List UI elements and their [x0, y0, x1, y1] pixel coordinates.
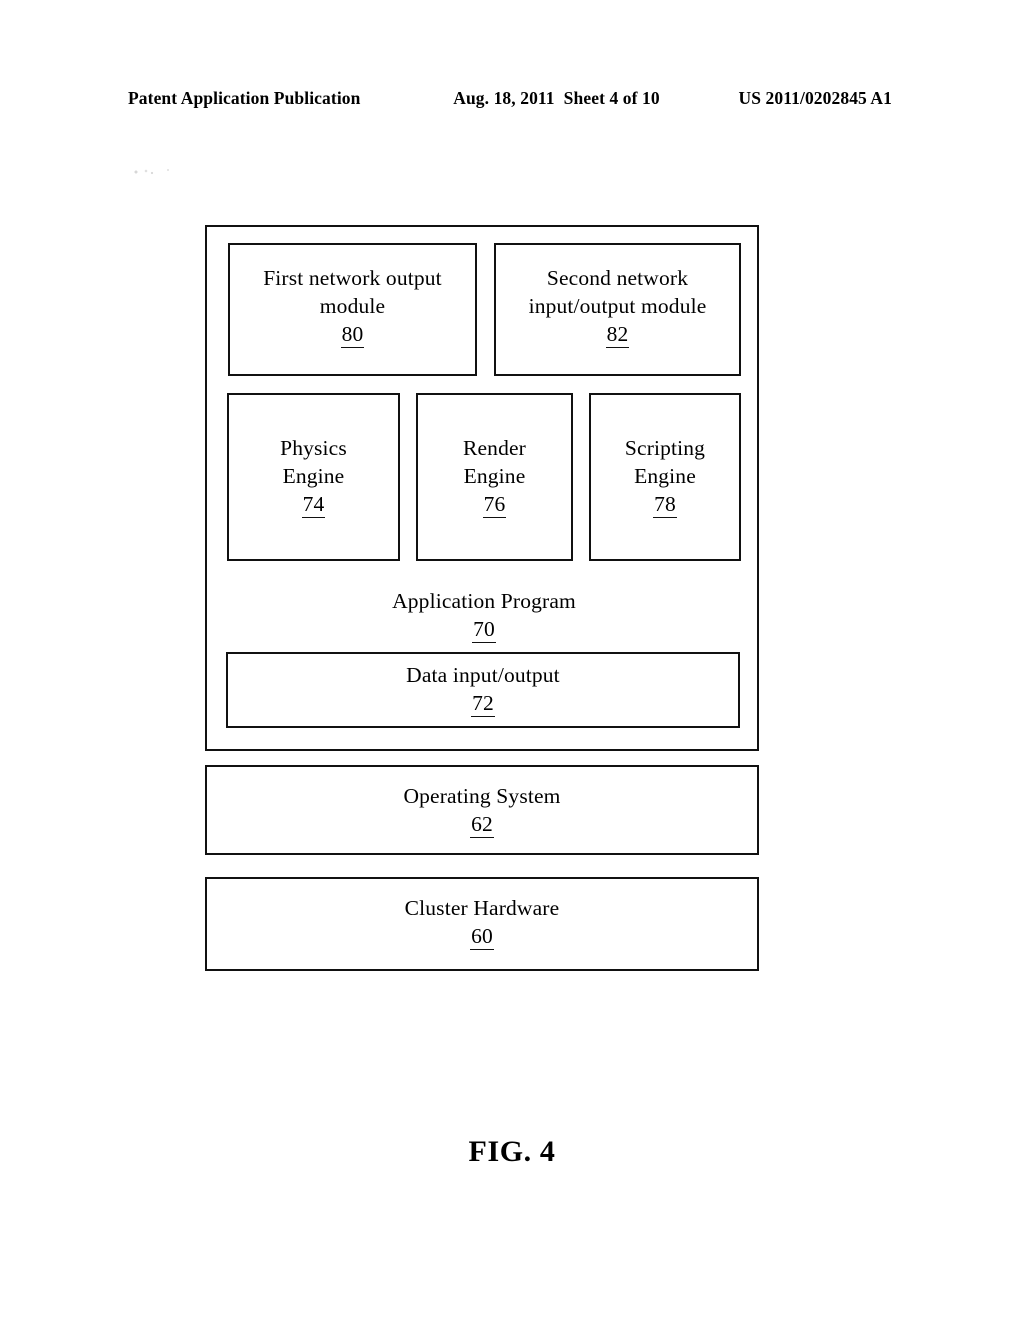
block-reference-number: 60 [470, 924, 494, 951]
block-render-engine: Render Engine 76 [416, 393, 573, 561]
block-reference-number: 76 [482, 492, 507, 519]
header-publication-number: US 2011/0202845 A1 [738, 88, 892, 108]
block-cluster-hardware: Cluster Hardware 60 [205, 877, 759, 971]
block-second-network-io-module-text: Second network input/output module 82 [529, 265, 707, 349]
block-data-input-output-text: Data input/output 72 [406, 662, 560, 718]
scan-artifact-speckle [134, 168, 174, 177]
block-scripting-engine-text: Scripting Engine 78 [625, 435, 705, 519]
block-label-line-2: Engine [463, 464, 526, 489]
block-reference-number: 72 [471, 691, 495, 718]
block-reference-number: 62 [470, 812, 494, 839]
block-label-line-1: Second network [546, 266, 689, 290]
header-sheet: Sheet 4 of 10 [563, 88, 660, 108]
block-application-program-caption: Application Program 70 [228, 588, 740, 644]
block-label-line-1: Scripting [624, 436, 706, 461]
block-reference-number: 80 [340, 322, 365, 348]
block-render-engine-text: Render Engine 76 [463, 435, 526, 519]
header-date: Aug. 18, 2011 [453, 88, 555, 108]
block-label-line-2: Engine [634, 464, 696, 489]
block-first-network-output-module-text: First network output module 80 [263, 265, 442, 349]
block-reference-number: 74 [301, 492, 326, 519]
block-data-input-output: Data input/output 72 [226, 652, 740, 728]
header-publication-title: Patent Application Publication [128, 88, 361, 108]
block-application-program-text: Application Program 70 [228, 588, 740, 644]
block-label-line-1: Application Program [392, 589, 576, 613]
header-date-sheet: Aug. 18, 2011 Sheet 4 of 10 [453, 88, 660, 109]
block-label-line-1: Data input/output [406, 663, 560, 688]
block-label-line-1: First network output [263, 266, 442, 290]
block-label-line-1: Cluster Hardware [404, 896, 560, 920]
page-header: Patent Application Publication Aug. 18, … [128, 88, 892, 109]
block-second-network-io-module: Second network input/output module 82 [494, 243, 741, 376]
block-cluster-hardware-text: Cluster Hardware 60 [405, 895, 560, 951]
block-reference-number: 70 [472, 617, 496, 644]
block-label-line-1: Render [463, 436, 526, 461]
block-physics-engine: Physics Engine 74 [227, 393, 400, 561]
block-first-network-output-module: First network output module 80 [228, 243, 477, 376]
block-reference-number: 82 [605, 322, 630, 348]
block-operating-system: Operating System 62 [205, 765, 759, 855]
block-label-line-2: input/output module [528, 293, 707, 318]
block-label-line-2: module [319, 293, 386, 318]
block-scripting-engine: Scripting Engine 78 [589, 393, 741, 561]
figure-caption: FIG. 4 [468, 1135, 556, 1168]
block-label-line-1: Operating System [403, 784, 561, 808]
block-reference-number: 78 [653, 492, 677, 519]
block-label-line-1: Physics [280, 436, 347, 461]
block-operating-system-text: Operating System 62 [403, 783, 560, 839]
block-label-line-2: Engine [282, 464, 345, 489]
block-physics-engine-text: Physics Engine 74 [280, 435, 347, 519]
